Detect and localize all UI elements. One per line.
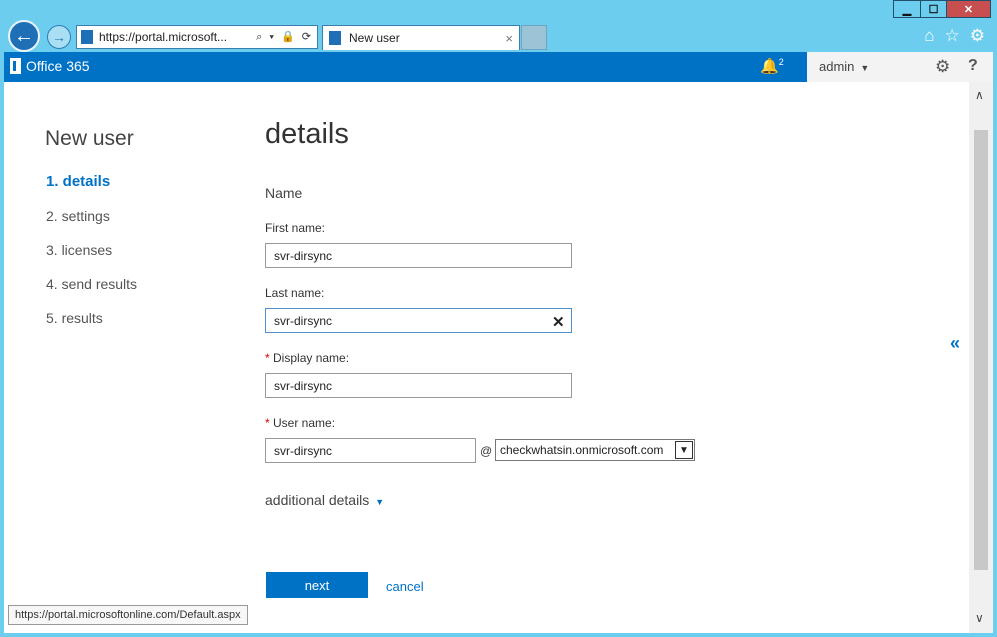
close-window-button[interactable]: ✕ (946, 1, 990, 17)
step-settings[interactable]: 2. settings (46, 208, 110, 224)
step-details[interactable]: 1. details (46, 173, 110, 190)
required-mark: * (265, 416, 270, 430)
vertical-scrollbar[interactable]: ∧ ∨ (969, 82, 993, 633)
help-icon[interactable]: ? (968, 57, 978, 75)
collapse-panel-icon[interactable]: « (950, 333, 960, 354)
notifications-button[interactable]: 🔔2 (760, 57, 784, 75)
office-logo-icon (10, 58, 21, 74)
back-button[interactable]: ← (8, 20, 40, 52)
notification-count: 2 (778, 57, 784, 67)
tools-gear-icon[interactable]: ⚙ (970, 26, 985, 46)
display-name-label: * Display name: (265, 351, 350, 365)
o365-logo[interactable]: Office 365 (10, 58, 90, 74)
step-results[interactable]: 5. results (46, 310, 103, 326)
clear-field-icon[interactable]: ✕ (552, 313, 565, 331)
user-name-field[interactable] (265, 438, 476, 463)
bell-icon: 🔔 (760, 58, 779, 75)
browser-toolbar-right: ⌂ ☆ ⚙ (924, 26, 985, 46)
window-controls: ▁ ☐ ✕ (893, 0, 991, 18)
favorites-star-icon[interactable]: ☆ (945, 26, 960, 46)
tab-title: New user (349, 31, 400, 45)
user-name-label: * User name: (265, 416, 336, 430)
user-area: admin ▼ ⚙ ? (807, 52, 993, 82)
first-name-field[interactable] (265, 243, 572, 268)
page-title: details (265, 118, 349, 150)
forward-arrow-icon: → (52, 29, 66, 45)
scrollbar-thumb[interactable] (974, 130, 988, 570)
required-mark: * (265, 351, 270, 365)
chevron-down-icon[interactable]: ▼ (675, 441, 693, 459)
browser-tab[interactable]: New user × (322, 25, 520, 50)
address-bar[interactable]: https://portal.microsoft... ⌕ ▾ 🔒 ⟳ (76, 25, 318, 49)
new-tab-button[interactable] (521, 25, 547, 50)
wizard-title: New user (45, 127, 134, 150)
section-name-heading: Name (265, 185, 303, 201)
additional-details-toggle[interactable]: additional details ▼ (265, 492, 384, 508)
step-licenses[interactable]: 3. licenses (46, 242, 112, 258)
o365-brand: Office 365 (26, 58, 90, 74)
last-name-field[interactable] (265, 308, 572, 333)
domain-value: checkwhatsin.onmicrosoft.com (500, 443, 664, 457)
office-favicon-icon (81, 30, 93, 44)
step-send-results[interactable]: 4. send results (46, 276, 137, 292)
maximize-button[interactable]: ☐ (920, 1, 946, 17)
o365-navbar: Office 365 🔔2 admin ▼ ⚙ ? (4, 52, 993, 82)
chevron-down-icon: ▼ (860, 63, 870, 73)
last-name-label: Last name: (265, 286, 325, 300)
caret-down-icon: ▼ (375, 497, 385, 507)
tab-close-icon[interactable]: × (505, 31, 513, 46)
user-name: admin (819, 59, 855, 74)
forward-button[interactable]: → (47, 25, 71, 49)
additional-details-label: additional details (265, 492, 370, 508)
home-icon[interactable]: ⌂ (924, 26, 934, 46)
scroll-down-icon[interactable]: ∨ (975, 611, 984, 625)
cancel-link[interactable]: cancel (386, 579, 424, 594)
first-name-label: First name: (265, 221, 326, 235)
next-button[interactable]: next (266, 572, 368, 598)
scroll-up-icon[interactable]: ∧ (975, 88, 984, 102)
settings-gear-icon[interactable]: ⚙ (935, 57, 950, 77)
page-content: Office 365 🔔2 admin ▼ ⚙ ? New user 1. det… (4, 52, 993, 633)
at-sign: @ (480, 444, 493, 458)
minimize-button[interactable]: ▁ (894, 1, 920, 17)
office-favicon-icon (329, 31, 341, 45)
status-bar-url: https://portal.microsoftonline.com/Defau… (8, 605, 248, 625)
user-menu[interactable]: admin ▼ (819, 59, 869, 74)
back-arrow-icon: ← (14, 24, 34, 47)
domain-select[interactable]: checkwhatsin.onmicrosoft.com ▼ (495, 439, 695, 461)
display-name-field[interactable] (265, 373, 572, 398)
address-tools-icons[interactable]: ⌕ ▾ 🔒 ⟳ (256, 30, 317, 44)
address-url[interactable]: https://portal.microsoft... (99, 30, 256, 44)
